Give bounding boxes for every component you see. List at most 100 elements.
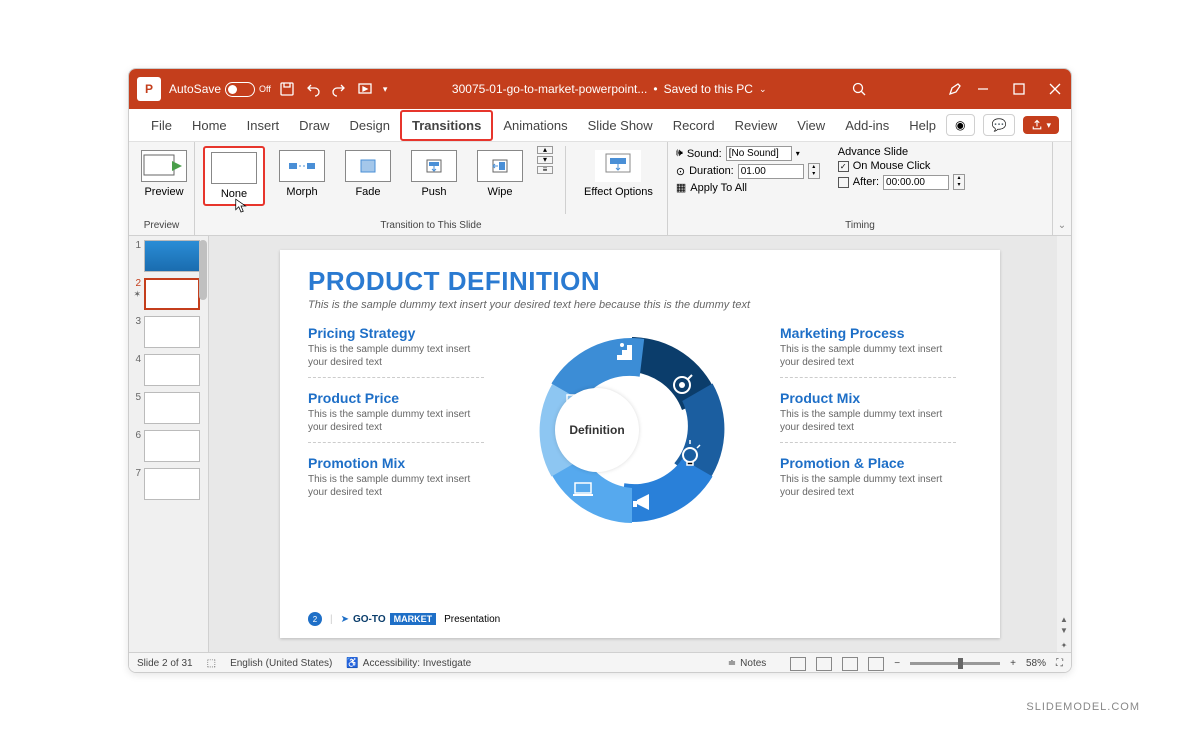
share-icon <box>1031 119 1043 131</box>
editor-scrollbar[interactable]: ▲▼✦ <box>1057 236 1071 652</box>
recording-indicator-icon[interactable]: ◉ <box>946 114 974 136</box>
slide-counter[interactable]: Slide 2 of 31 <box>137 658 193 669</box>
reading-view-icon[interactable] <box>842 657 858 671</box>
tab-design[interactable]: Design <box>340 112 400 139</box>
autosave-label: AutoSave <box>169 82 221 96</box>
after-checkbox[interactable] <box>838 177 849 188</box>
search-icon[interactable] <box>851 81 867 97</box>
preview-icon <box>142 151 186 181</box>
after-input[interactable] <box>883 175 949 190</box>
brand-arrow-icon: ➤ <box>341 614 349 625</box>
slide-title[interactable]: PRODUCT DEFINITION <box>308 266 972 297</box>
transition-none[interactable]: None <box>203 146 265 206</box>
autosave-toggle[interactable]: AutoSave Off <box>169 82 271 97</box>
status-bar: Slide 2 of 31 ⬚ English (United States) … <box>129 652 1071 673</box>
duration-icon: ⊙ <box>676 165 685 178</box>
brand-text-1: GO-TO <box>353 614 386 625</box>
apply-all-icon: ▦ <box>676 181 686 194</box>
slide-thumbnail-6[interactable] <box>144 430 200 462</box>
slide-thumbnail-2[interactable] <box>144 278 200 310</box>
transition-fade[interactable]: Fade <box>339 146 397 202</box>
after-label: After: <box>853 176 879 188</box>
slide-block-promotion-place[interactable]: Promotion & PlaceThis is the sample dumm… <box>780 455 956 499</box>
minimize-icon[interactable] <box>975 81 991 97</box>
slide-editor[interactable]: PRODUCT DEFINITION This is the sample du… <box>209 236 1071 652</box>
after-spinner[interactable]: ▴▾ <box>953 174 965 190</box>
sound-dropdown-icon[interactable]: ▾ <box>796 149 800 158</box>
notes-button[interactable]: ≐Notes <box>728 658 767 669</box>
redo-icon[interactable] <box>331 81 347 97</box>
slide-thumbnail-7[interactable] <box>144 468 200 500</box>
slide-canvas[interactable]: PRODUCT DEFINITION This is the sample du… <box>280 250 1000 638</box>
slide-subtitle[interactable]: This is the sample dummy text insert you… <box>308 299 972 311</box>
apply-to-all-button[interactable]: ▦ Apply To All <box>676 181 820 194</box>
maximize-icon[interactable] <box>1011 81 1027 97</box>
quick-access-toolbar: ▾ <box>279 81 388 97</box>
tab-file[interactable]: File <box>141 112 182 139</box>
preview-button[interactable]: Preview <box>137 146 191 202</box>
slide-block-promotion-mix[interactable]: Promotion MixThis is the sample dummy te… <box>308 455 484 499</box>
slide-block-marketing-process[interactable]: Marketing ProcessThis is the sample dumm… <box>780 325 956 378</box>
comments-icon[interactable]: 💬 <box>983 114 1016 136</box>
undo-icon[interactable] <box>305 81 321 97</box>
transition-wipe[interactable]: Wipe <box>471 146 529 202</box>
normal-view-icon[interactable] <box>790 657 806 671</box>
save-icon[interactable] <box>279 81 295 97</box>
tab-addins[interactable]: Add-ins <box>835 112 899 139</box>
slide-sorter-view-icon[interactable] <box>816 657 832 671</box>
tab-help[interactable]: Help <box>899 112 946 139</box>
sound-select[interactable] <box>726 146 792 161</box>
transition-push[interactable]: Push <box>405 146 463 202</box>
pen-icon[interactable] <box>947 81 963 97</box>
fit-to-window-icon[interactable]: ⛶ <box>1056 658 1063 669</box>
zoom-value[interactable]: 58% <box>1026 658 1046 669</box>
tab-animations[interactable]: Animations <box>493 112 577 139</box>
slide-block-pricing-strategy[interactable]: Pricing StrategyThis is the sample dummy… <box>308 325 484 378</box>
slide-thumbnail-1[interactable] <box>144 240 200 272</box>
window-title[interactable]: 30075-01-go-to-market-powerpoint... • Sa… <box>387 82 831 96</box>
donut-center-label[interactable]: Definition <box>555 388 639 472</box>
tab-insert[interactable]: Insert <box>237 112 290 139</box>
cursor-icon <box>235 198 247 214</box>
accessibility-status[interactable]: ♿Accessibility: Investigate <box>346 658 471 669</box>
timing-group-label: Timing <box>676 218 1044 231</box>
close-icon[interactable] <box>1047 81 1063 97</box>
zoom-in-icon[interactable]: + <box>1010 658 1016 669</box>
share-button[interactable]: ▾ <box>1023 116 1059 134</box>
duration-input[interactable] <box>738 164 804 179</box>
on-mouse-click-label: On Mouse Click <box>853 160 931 172</box>
autosave-state: Off <box>259 84 271 94</box>
transition-gallery-more[interactable]: ▴▾≡ <box>537 146 553 174</box>
language-status[interactable]: English (United States) <box>230 658 332 669</box>
spellcheck-icon[interactable]: ⬚ <box>207 658 216 669</box>
slide-block-product-mix[interactable]: Product MixThis is the sample dummy text… <box>780 390 956 443</box>
thumbnail-scrollbar[interactable] <box>199 240 207 300</box>
slide-thumbnail-3[interactable] <box>144 316 200 348</box>
slide-thumbnail-5[interactable] <box>144 392 200 424</box>
tab-home[interactable]: Home <box>182 112 237 139</box>
push-icon <box>419 157 449 175</box>
duration-spinner[interactable]: ▴▾ <box>808 163 820 179</box>
zoom-slider[interactable] <box>910 662 1000 665</box>
slideshow-start-icon[interactable] <box>357 81 373 97</box>
effect-options-button[interactable]: Effect Options <box>578 146 659 202</box>
tab-draw[interactable]: Draw <box>289 112 339 139</box>
transition-morph[interactable]: Morph <box>273 146 331 202</box>
tab-review[interactable]: Review <box>725 112 788 139</box>
wipe-icon <box>485 157 515 175</box>
zoom-out-icon[interactable]: − <box>894 658 900 669</box>
collapse-ribbon-icon[interactable]: ⌄ <box>1053 142 1071 235</box>
slide-thumbnail-4[interactable] <box>144 354 200 386</box>
tab-slideshow[interactable]: Slide Show <box>578 112 663 139</box>
slide-thumbnail-panel: 1 2✶ 3 4 5 6 7 <box>129 236 209 652</box>
on-mouse-click-checkbox[interactable]: ✓ <box>838 161 849 172</box>
tab-transitions[interactable]: Transitions <box>400 110 493 141</box>
tab-record[interactable]: Record <box>663 112 725 139</box>
brand-text-2: MARKET <box>390 613 437 625</box>
slide-block-product-price[interactable]: Product PriceThis is the sample dummy te… <box>308 390 484 443</box>
fade-icon <box>353 157 383 175</box>
tab-view[interactable]: View <box>787 112 835 139</box>
toggle-switch-icon[interactable] <box>225 82 255 97</box>
sound-label: Sound: <box>687 148 722 160</box>
slideshow-view-icon[interactable] <box>868 657 884 671</box>
